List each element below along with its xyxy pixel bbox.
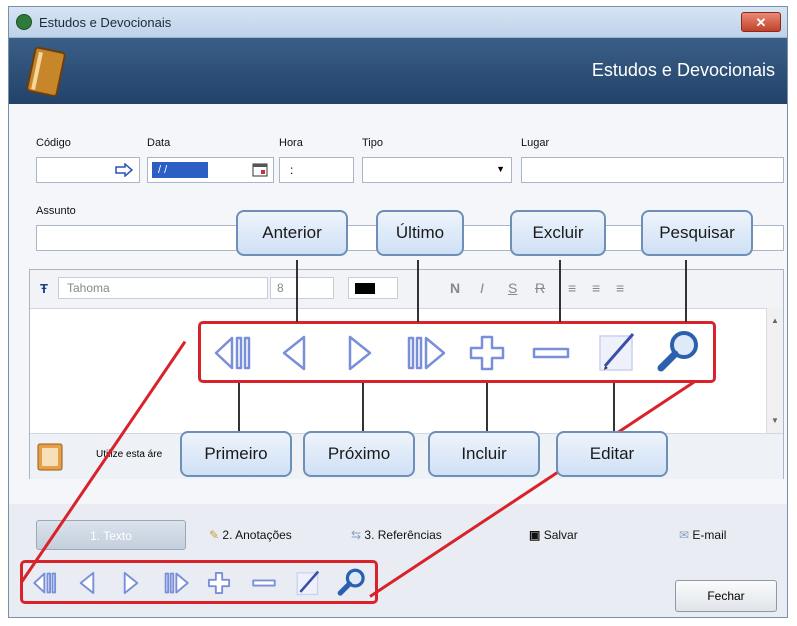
search-icon[interactable] (656, 328, 702, 374)
email-label: E-mail (692, 528, 727, 542)
callout-pointer-anterior (296, 260, 298, 322)
bold-button[interactable]: N (450, 280, 460, 296)
add-icon[interactable] (468, 334, 506, 372)
scroll-up-icon[interactable]: ▲ (771, 316, 779, 325)
align-left-icon[interactable]: ≡ (568, 280, 576, 296)
callout-proximo: Próximo (303, 431, 415, 477)
editor-toolbar: Ŧ Tahoma 8 N I S R ≡ ≡ ≡ (30, 270, 783, 309)
align-center-icon[interactable]: ≡ (592, 280, 600, 296)
tab-anotacoes[interactable]: ✎ 2. Anotações (209, 520, 292, 550)
last-icon[interactable] (406, 334, 448, 372)
fechar-button[interactable]: Fechar (675, 580, 777, 612)
font-type-icon: Ŧ (40, 281, 48, 296)
pencil-icon: ✎ (209, 528, 220, 542)
next-icon[interactable] (121, 571, 141, 595)
tipo-select[interactable]: ▼ (362, 157, 512, 183)
first-icon[interactable] (213, 334, 253, 372)
strike-button[interactable]: R (535, 280, 545, 296)
underline-button[interactable]: S (508, 280, 517, 296)
date-selection: / / (152, 162, 208, 178)
hora-field[interactable]: : (279, 157, 354, 183)
title-bar: Estudos e Devocionais ✕ (9, 7, 787, 38)
tab-texto-label: 1. Texto (90, 529, 132, 543)
callout-excluir: Excluir (510, 210, 606, 256)
codigo-field[interactable] (36, 157, 140, 183)
callout-pointer-ultimo (417, 260, 419, 322)
editor-scrollbar[interactable]: ▲ ▼ (766, 308, 783, 433)
callout-pointer-primeiro (238, 383, 240, 433)
reference-icon: ⇆ (351, 528, 362, 542)
callout-incluir: Incluir (428, 431, 540, 477)
window-title: Estudos e Devocionais (39, 15, 172, 30)
callout-pointer-pesquisar (685, 260, 687, 322)
edit-icon[interactable] (295, 569, 321, 597)
assunto-label: Assunto (36, 205, 76, 217)
close-button[interactable]: ✕ (741, 12, 781, 32)
callout-pointer-incluir (486, 383, 488, 433)
callout-pesquisar: Pesquisar (641, 210, 753, 256)
align-right-icon[interactable]: ≡ (616, 280, 624, 296)
tipo-label: Tipo (362, 137, 383, 149)
delete-icon[interactable] (251, 571, 277, 595)
first-icon[interactable] (31, 571, 59, 595)
data-field[interactable]: / / (147, 157, 274, 183)
add-icon[interactable] (207, 571, 231, 595)
callout-pointer-editar (613, 383, 615, 433)
next-icon[interactable] (345, 334, 375, 372)
lugar-field[interactable] (521, 157, 784, 183)
previous-icon[interactable] (77, 571, 97, 595)
email-icon: ✉ (679, 528, 690, 542)
navigation-toolbar (20, 560, 378, 604)
main-window: Estudos e Devocionais ✕ Estudos e Devoci… (8, 6, 788, 618)
folder-icon (37, 443, 63, 471)
search-icon[interactable] (337, 567, 367, 597)
callout-anterior: Anterior (236, 210, 348, 256)
save-icon: ▣ (529, 528, 541, 542)
callout-pointer-excluir (559, 260, 561, 322)
lugar-label: Lugar (521, 137, 550, 149)
callout-primeiro: Primeiro (180, 431, 292, 477)
font-color-picker[interactable] (348, 277, 398, 299)
callout-pointer-proximo (362, 383, 364, 433)
app-icon (16, 14, 32, 30)
tab-anotacoes-label: 2. Anotações (222, 528, 292, 542)
email-button[interactable]: ✉ E-mail (679, 520, 726, 550)
previous-icon[interactable] (279, 334, 309, 372)
navigation-toolbar-enlarged (198, 321, 716, 383)
hora-label: Hora (279, 137, 303, 149)
scroll-down-icon[interactable]: ▼ (771, 416, 779, 425)
font-size-select[interactable]: 8 (270, 277, 334, 299)
callout-editar: Editar (556, 431, 668, 477)
save-label: Salvar (543, 528, 578, 542)
data-label: Data (147, 137, 171, 149)
italic-button[interactable]: I (480, 280, 484, 296)
save-button[interactable]: ▣ Salvar (529, 520, 578, 550)
calendar-icon[interactable] (252, 163, 268, 177)
chevron-down-icon[interactable]: ▼ (496, 164, 505, 174)
tab-referencias-label: 3. Referências (364, 528, 442, 542)
edit-icon[interactable] (597, 330, 637, 374)
book-icon (26, 46, 66, 97)
callout-ultimo: Último (376, 210, 464, 256)
banner-title: Estudos e Devocionais (591, 60, 775, 80)
last-icon[interactable] (163, 571, 191, 595)
codigo-label: Código (36, 137, 71, 149)
color-swatch (355, 283, 375, 294)
arrow-right-icon[interactable] (115, 163, 133, 177)
header-banner: Estudos e Devocionais (9, 38, 787, 104)
tab-referencias[interactable]: ⇆ 3. Referências (351, 520, 442, 550)
font-select[interactable]: Tahoma (58, 277, 268, 299)
delete-icon[interactable] (531, 334, 571, 372)
